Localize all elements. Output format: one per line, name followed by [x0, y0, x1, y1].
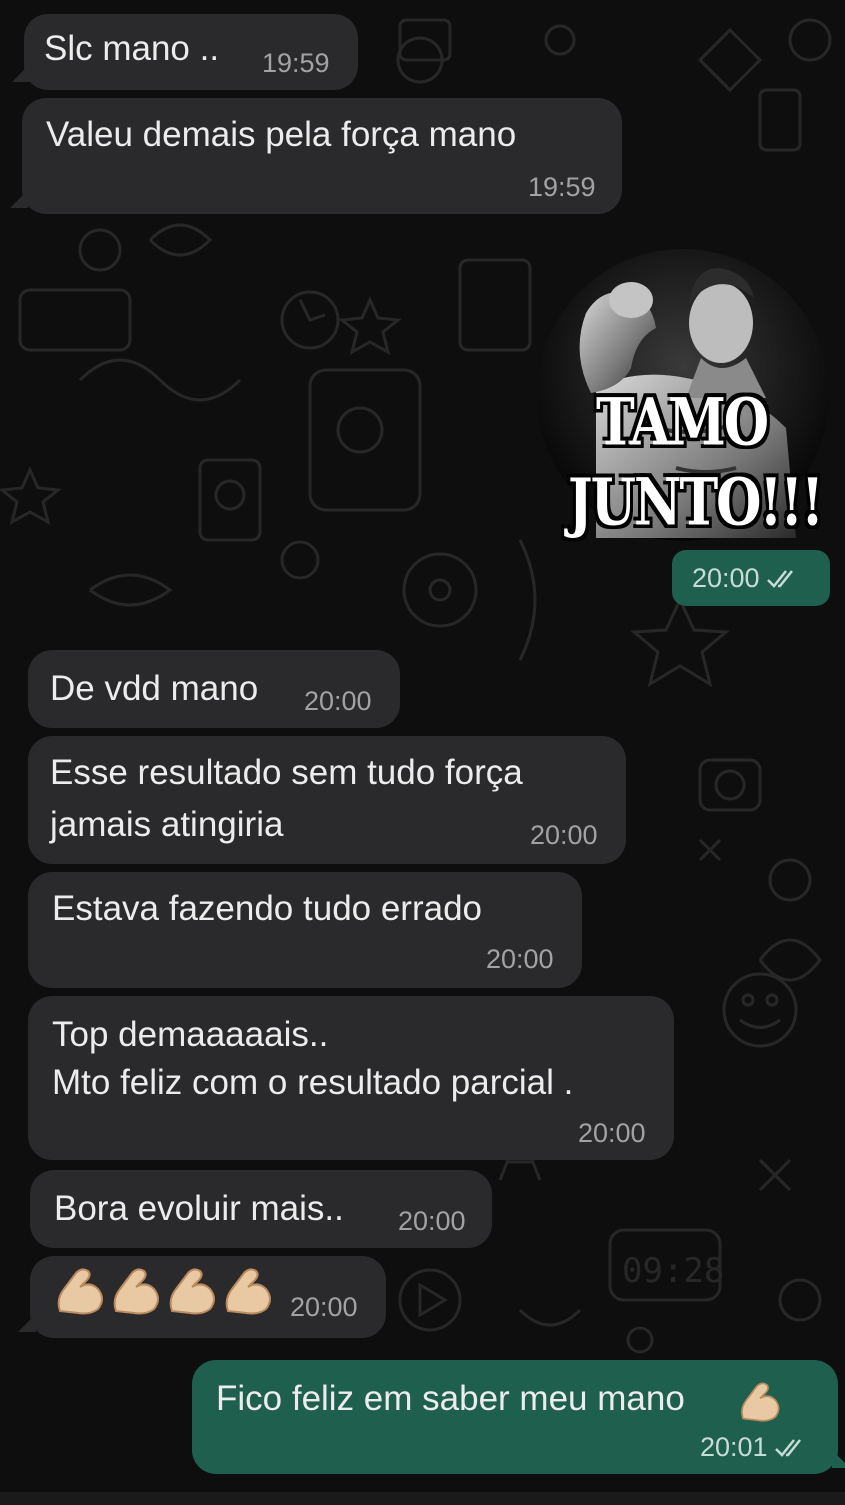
sticker-timestamp-pill: 20:00 — [672, 550, 830, 606]
message-timestamp: 19:59 — [262, 48, 330, 78]
flexed-biceps-icon — [225, 1268, 271, 1315]
message-timestamp: 20:00 — [398, 1206, 466, 1236]
incoming-message-bubble[interactable]: De vdd mano 20:00 — [28, 650, 400, 728]
outgoing-message-bubble[interactable]: Fico feliz em saber meu mano 20:01 — [192, 1360, 845, 1474]
flexed-biceps-icon — [113, 1268, 159, 1315]
incoming-message-bubble[interactable]: Bora evoluir mais.. 20:00 — [30, 1170, 492, 1248]
message-timestamp: 19:59 — [528, 172, 596, 202]
flexed-biceps-icon — [741, 1382, 780, 1422]
message-timestamp: 20:01 — [700, 1432, 768, 1462]
message-text-line1: Top demaaaaais.. — [52, 1015, 329, 1054]
message-timestamp: 20:00 — [486, 944, 554, 974]
incoming-message-bubble[interactable]: Estava fazendo tudo errado 20:00 — [28, 872, 582, 988]
read-receipt-icon — [774, 1439, 801, 1457]
incoming-message-bubble[interactable]: Top demaaaaais.. Mto feliz com o resulta… — [28, 996, 674, 1160]
sticker-message[interactable]: TAMO JUNTO!!! — [536, 248, 830, 542]
wallpaper-clock-doodle: 09:28 — [622, 1251, 724, 1291]
message-timestamp: 20:00 — [290, 1292, 358, 1322]
incoming-message-bubble[interactable]: Esse resultado sem tudo força jamais ati… — [28, 736, 626, 864]
message-text: Valeu demais pela força mano — [46, 115, 517, 154]
message-text: Estava fazendo tudo errado — [52, 889, 483, 928]
message-text-line1: Esse resultado sem tudo força — [50, 753, 523, 792]
flexed-biceps-icon — [57, 1268, 103, 1315]
message-text: Bora evoluir mais.. — [54, 1189, 344, 1228]
message-text-line2: Mto feliz com o resultado parcial . — [52, 1063, 574, 1102]
message-text: Fico feliz em saber meu mano — [216, 1379, 685, 1418]
read-receipt-icon — [766, 570, 793, 588]
message-timestamp: 20:00 — [578, 1118, 646, 1148]
sticker-caption-line2: JUNTO!!! — [568, 464, 824, 541]
incoming-message-bubble[interactable]: Slc mano .. 19:59 — [12, 14, 358, 90]
message-text: Slc mano .. — [44, 29, 220, 68]
message-timestamp: 20:00 — [692, 563, 760, 593]
message-timestamp: 20:00 — [304, 686, 372, 716]
chat-screen: 09:28 Slc mano .. 19:59 Valeu demais pel… — [0, 0, 845, 1505]
sticker-caption-line1: TAMO — [596, 384, 769, 461]
bottom-edge — [0, 1492, 845, 1505]
message-text-line2: jamais atingiria — [50, 805, 284, 844]
incoming-message-bubble[interactable]: Valeu demais pela força mano 19:59 — [10, 98, 622, 214]
emoji-message-content — [54, 1263, 274, 1323]
message-text: De vdd mano — [50, 669, 259, 708]
message-timestamp: 20:00 — [530, 820, 598, 850]
flexed-biceps-icon — [169, 1268, 215, 1315]
